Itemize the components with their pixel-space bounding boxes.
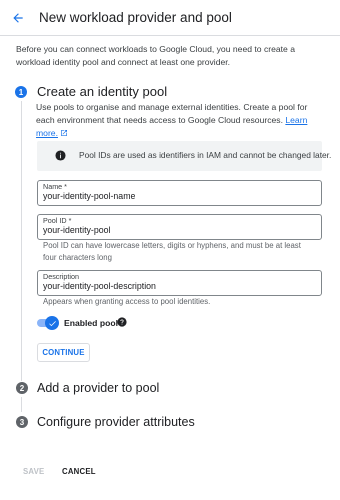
step-connector-2 (21, 397, 22, 412)
step-1-description: Use pools to organise and manage externa… (36, 102, 308, 138)
info-icon (55, 150, 66, 161)
step-2-number: 2 (16, 382, 28, 394)
pool-id-helper-text: Pool ID can have lowercase letters, digi… (43, 241, 301, 262)
check-icon (48, 320, 56, 326)
pool-id-field-label: Pool ID * (43, 216, 72, 225)
back-button[interactable] (8, 8, 28, 28)
step-1-number: 1 (15, 86, 27, 98)
toggle-thumb (45, 316, 59, 330)
enabled-pool-toggle[interactable] (37, 316, 59, 330)
cancel-button[interactable]: CANCEL (62, 467, 96, 476)
step-connector (21, 101, 22, 381)
name-input[interactable] (43, 191, 313, 201)
description-input[interactable] (43, 281, 313, 291)
info-box: Pool IDs are used as identifiers in IAM … (37, 141, 331, 171)
name-field-label: Name * (43, 182, 67, 191)
step-3-number: 3 (16, 416, 28, 428)
page-title: New workload provider and pool (39, 10, 232, 25)
description-helper-text: Appears when granting access to pool ide… (43, 297, 211, 306)
arrow-back-icon (13, 13, 23, 23)
external-link-icon (60, 130, 67, 136)
step-1-title: Create an identity pool (37, 84, 168, 99)
enabled-pool-label: Enabled pool (64, 318, 118, 328)
pool-id-field[interactable]: Pool ID * (37, 214, 322, 240)
description-field-label: Description (43, 272, 79, 281)
page-header: New workload provider and pool (0, 0, 340, 36)
continue-button[interactable]: CONTINUE (37, 343, 90, 362)
name-field[interactable]: Name * (37, 180, 322, 206)
step-2-title: Add a provider to pool (37, 381, 160, 395)
description-field[interactable]: Description (37, 270, 322, 296)
step-3-title: Configure provider attributes (37, 415, 195, 429)
intro-text: Before you can connect workloads to Goog… (16, 44, 295, 67)
save-button[interactable]: SAVE (23, 467, 44, 476)
pool-id-input[interactable] (43, 225, 313, 235)
info-text: Pool IDs are used as identifiers in IAM … (79, 150, 332, 160)
help-icon[interactable] (117, 317, 127, 327)
